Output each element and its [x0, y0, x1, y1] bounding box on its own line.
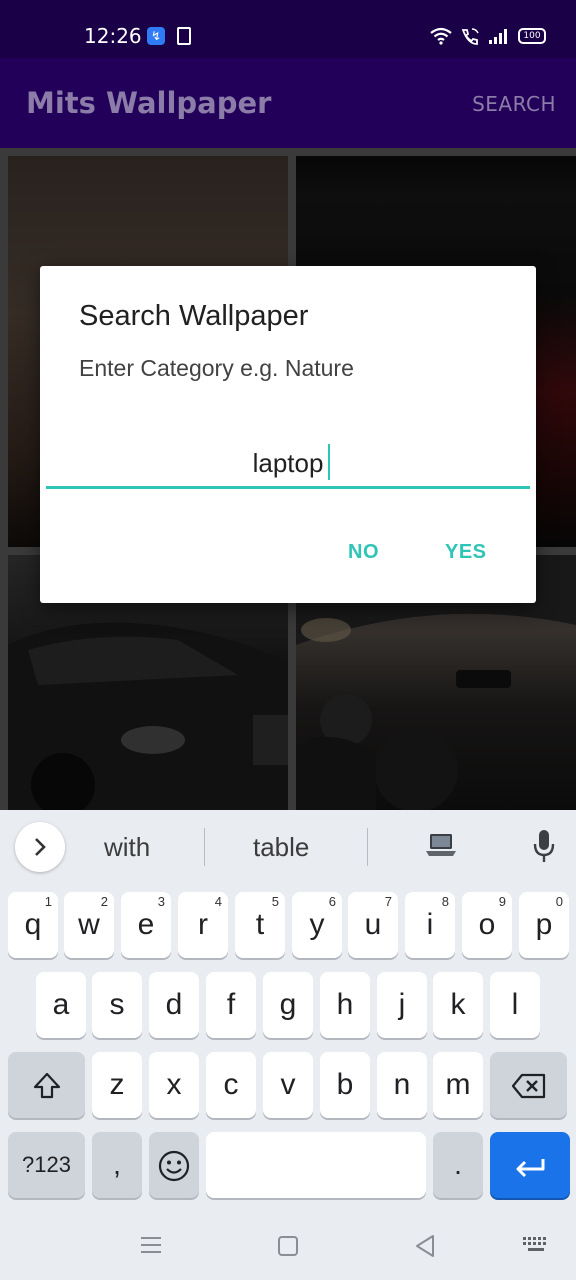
key-n[interactable]: n — [377, 1052, 427, 1118]
wifi-icon — [430, 27, 452, 45]
shift-key[interactable] — [8, 1052, 85, 1118]
key-hint: 8 — [441, 894, 449, 909]
back-icon[interactable] — [414, 1234, 436, 1258]
symbols-key[interactable]: ?123 — [8, 1132, 85, 1198]
soft-keyboard: with table q1 w2 e3 r4 t5 y6 u7 i8 o9 p0… — [0, 810, 576, 1210]
key-label: q — [24, 908, 42, 941]
key-hint: 3 — [157, 894, 165, 909]
sim-card-icon — [177, 27, 191, 45]
laptop-emoji-suggestion-icon[interactable] — [425, 832, 457, 858]
search-dialog: Search Wallpaper Enter Category e.g. Nat… — [40, 266, 536, 603]
battery-icon: 100 — [518, 28, 546, 44]
key-i[interactable]: i8 — [405, 892, 455, 958]
backspace-icon — [511, 1073, 545, 1099]
key-hint: 7 — [384, 894, 392, 909]
key-hint: 6 — [328, 894, 336, 909]
key-x[interactable]: x — [149, 1052, 199, 1118]
shift-arrow-icon — [33, 1072, 60, 1099]
category-search-input[interactable] — [46, 441, 530, 489]
suggestion-item[interactable]: table — [253, 832, 309, 863]
key-j[interactable]: j — [377, 972, 427, 1038]
status-icons: 100 — [430, 26, 546, 46]
key-label: i — [426, 908, 434, 941]
backspace-key[interactable] — [490, 1052, 567, 1118]
comma-key[interactable]: , — [92, 1132, 142, 1198]
search-action-button[interactable]: SEARCH — [472, 92, 556, 116]
navigation-bar — [0, 1210, 576, 1280]
key-m[interactable]: m — [433, 1052, 483, 1118]
key-c[interactable]: c — [206, 1052, 256, 1118]
key-h[interactable]: h — [320, 972, 370, 1038]
no-button[interactable]: NO — [348, 541, 379, 564]
app-title: Mits Wallpaper — [26, 86, 272, 120]
dialog-title: Search Wallpaper — [79, 300, 309, 332]
text-cursor — [328, 444, 330, 480]
key-hint: 5 — [271, 894, 279, 909]
key-hint: 2 — [100, 894, 108, 909]
enter-arrow-icon — [516, 1158, 545, 1177]
microphone-icon[interactable] — [532, 828, 556, 864]
key-t[interactable]: t5 — [235, 892, 285, 958]
key-k[interactable]: k — [433, 972, 483, 1038]
key-g[interactable]: g — [263, 972, 313, 1038]
suggestion-divider — [204, 828, 205, 866]
key-label: o — [478, 908, 496, 941]
key-label: r — [198, 908, 208, 941]
key-hint: 0 — [555, 894, 563, 909]
key-hint: 1 — [44, 894, 52, 909]
emoji-icon — [158, 1150, 190, 1182]
suggestion-item[interactable]: with — [104, 832, 150, 863]
chevron-right-icon — [35, 837, 46, 856]
key-y[interactable]: y6 — [292, 892, 342, 958]
dialog-message: Enter Category e.g. Nature — [79, 355, 354, 381]
key-v[interactable]: v — [263, 1052, 313, 1118]
recent-apps-icon[interactable] — [140, 1236, 162, 1254]
key-label: u — [364, 908, 382, 941]
key-e[interactable]: e3 — [121, 892, 171, 958]
key-label: t — [255, 908, 265, 941]
key-o[interactable]: o9 — [462, 892, 512, 958]
key-l[interactable]: l — [490, 972, 540, 1038]
enter-key[interactable] — [490, 1132, 570, 1198]
key-label: y — [309, 908, 325, 941]
app-bar: Mits Wallpaper SEARCH — [0, 58, 576, 148]
key-a[interactable]: a — [36, 972, 86, 1038]
home-icon[interactable] — [278, 1236, 298, 1256]
space-key[interactable] — [206, 1132, 426, 1198]
key-w[interactable]: w2 — [64, 892, 114, 958]
key-r[interactable]: r4 — [178, 892, 228, 958]
key-u[interactable]: u7 — [348, 892, 398, 958]
wifi-calling-icon — [461, 28, 479, 45]
key-hint: 4 — [214, 894, 222, 909]
key-q[interactable]: q1 — [8, 892, 58, 958]
status-time: 12:26 — [84, 24, 142, 48]
key-label: p — [535, 908, 553, 941]
key-f[interactable]: f — [206, 972, 256, 1038]
usb-debug-icon: ↯ — [147, 27, 165, 45]
keyboard-switch-icon[interactable] — [522, 1236, 550, 1254]
period-key[interactable]: . — [433, 1132, 483, 1198]
key-z[interactable]: z — [92, 1052, 142, 1118]
key-d[interactable]: d — [149, 972, 199, 1038]
cell-signal-icon — [489, 29, 507, 44]
key-s[interactable]: s — [92, 972, 142, 1038]
key-label: w — [78, 908, 100, 941]
key-label: e — [137, 908, 155, 941]
emoji-key[interactable] — [149, 1132, 199, 1198]
key-b[interactable]: b — [320, 1052, 370, 1118]
expand-toolbar-button[interactable] — [15, 822, 65, 872]
yes-button[interactable]: YES — [445, 541, 487, 564]
suggestion-bar: with table — [0, 810, 576, 888]
key-p[interactable]: p0 — [519, 892, 569, 958]
status-bar: 12:26 ↯ 100 — [0, 0, 576, 58]
key-hint: 9 — [498, 894, 506, 909]
suggestion-divider — [367, 828, 368, 866]
